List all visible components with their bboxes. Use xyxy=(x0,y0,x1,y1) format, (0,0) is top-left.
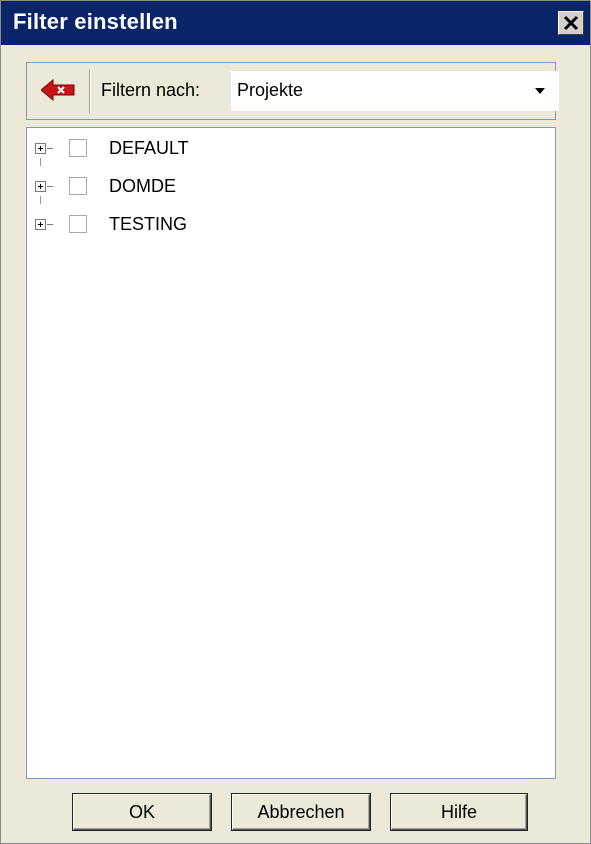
tree-connector xyxy=(47,148,53,149)
tree-item-label: TESTING xyxy=(109,214,188,234)
help-button[interactable]: Hilfe xyxy=(391,794,527,830)
tree-item-checkbox[interactable] xyxy=(69,177,87,195)
filter-by-label: Filtern nach: xyxy=(101,80,201,100)
tree-item-label: DEFAULT xyxy=(109,138,189,158)
expand-icon[interactable] xyxy=(35,219,46,230)
tree-connector xyxy=(47,186,53,187)
toolbar-separator xyxy=(89,69,91,113)
clear-filter-button[interactable] xyxy=(31,69,85,113)
ok-button[interactable]: OK xyxy=(73,794,211,830)
filter-dialog: Filter einstellen Filtern nach: Projekte xyxy=(0,0,591,844)
tree-connector xyxy=(47,224,53,225)
tree-item[interactable]: TESTING xyxy=(27,212,527,236)
tree-item[interactable]: DEFAULT xyxy=(27,136,527,160)
title-bar[interactable]: Filter einstellen xyxy=(1,1,590,45)
dialog-title: Filter einstellen xyxy=(13,9,178,34)
chevron-down-icon[interactable] xyxy=(535,88,545,94)
filter-by-dropdown[interactable]: Projekte xyxy=(231,71,559,111)
expand-icon[interactable] xyxy=(35,143,46,154)
tree-item-checkbox[interactable] xyxy=(69,139,87,157)
tree-item[interactable]: DOMDE xyxy=(27,174,527,198)
filter-toolbar: Filtern nach: Projekte xyxy=(26,62,559,120)
project-tree[interactable]: DEFAULT DOMDE TESTING xyxy=(26,127,556,779)
filter-by-value: Projekte xyxy=(237,80,304,100)
tree-item-label: DOMDE xyxy=(109,176,176,196)
expand-icon[interactable] xyxy=(35,181,46,192)
tree-item-checkbox[interactable] xyxy=(69,215,87,233)
close-button[interactable] xyxy=(558,11,584,35)
clear-filter-icon xyxy=(41,79,75,101)
cancel-button[interactable]: Abbrechen xyxy=(232,794,370,830)
close-icon xyxy=(563,15,579,31)
